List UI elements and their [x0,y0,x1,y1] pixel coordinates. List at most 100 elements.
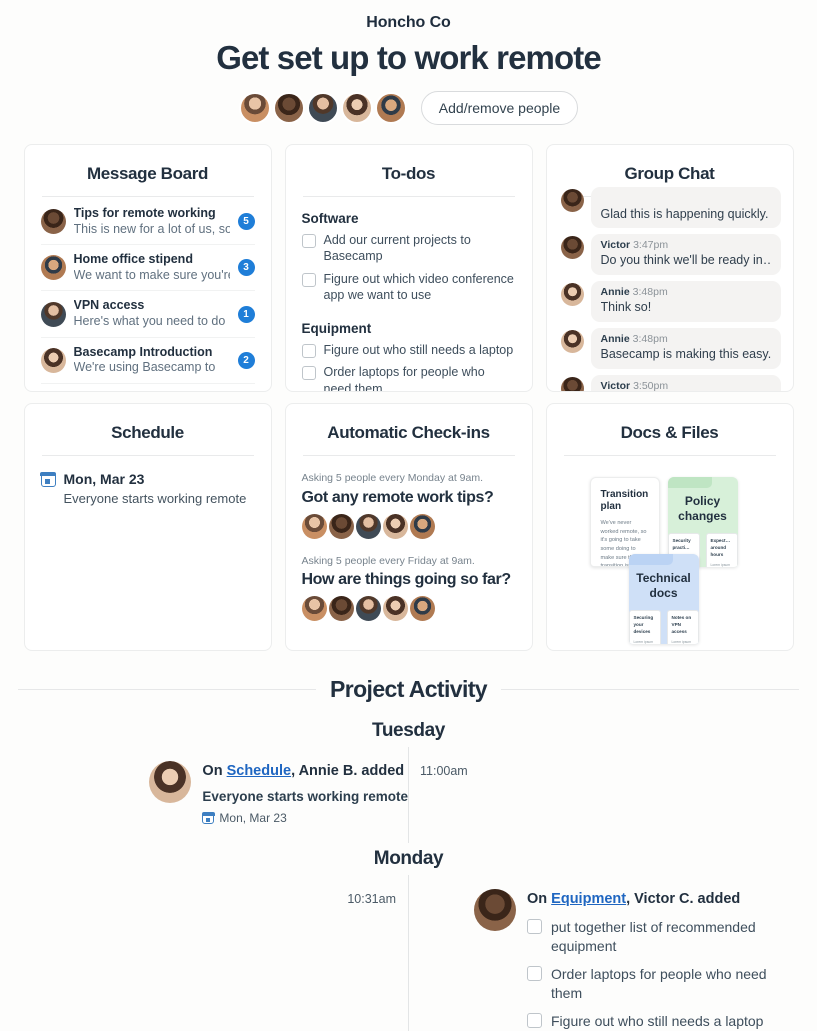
activity-entry[interactable]: On Schedule, Annie B. added Everyone sta… [0,760,817,826]
unread-badge: 2 [237,351,255,369]
chat-text: Do you think we'll be ready in… [600,253,771,268]
avatar [409,513,435,539]
calendar-icon [40,472,56,487]
card-todos[interactable]: To-dos Software Add our current projects… [284,143,533,392]
divider [41,195,254,197]
divider [501,688,799,690]
message-title: Basecamp Introduction [73,344,213,359]
todo-label: put together list of recommended equipme… [551,919,756,955]
org-name: Honcho Co [366,14,451,31]
list-item[interactable]: We're going remote With everything that'… [41,384,255,391]
mini-doc[interactable]: Expect… around hours Lorem ipsum dolor s… [705,532,738,567]
message-list: Tips for remote working This is new for … [40,199,255,391]
avatar [382,513,408,539]
activity-prefix: On [527,891,552,908]
card-title-todos: To-dos [381,163,436,183]
avatar[interactable] [340,91,373,124]
avatar[interactable] [272,91,305,124]
timeline-day-label: Monday [0,843,817,876]
chat-message[interactable]: Victor3:50pm Great! Let's plan on Monday… [560,374,781,392]
mini-doc[interactable]: Securing your devices Lorem ipsum [628,609,661,644]
schedule-event-date: Mon, Mar 23 [63,470,145,487]
mini-doc-body: Lorem ipsum [633,639,654,644]
activity-title: Project Activity [330,675,488,702]
checkbox-icon[interactable] [301,343,316,358]
message-title: VPN access [73,298,145,313]
chat-message[interactable]: Annie 3:48pm Think so! [560,280,781,322]
todo-item[interactable]: Figure out who still needs a laptop [301,339,516,362]
todo-label: Add our current projects to Basecamp [323,232,471,264]
schedule-event[interactable]: Mon, Mar 23 Everyone starts working remo… [40,470,255,507]
card-schedule[interactable]: Schedule Mon, Mar 23 Everyone starts wor… [23,402,272,651]
mini-doc[interactable]: Notes on VPN access Lorem ipsum [666,609,699,644]
todo-label: Figure out which video conference app we… [323,271,514,303]
checkbox-icon[interactable] [527,965,542,981]
todo-label: Figure out who still needs a laptop [323,342,514,357]
todo-group-heading: Software [301,210,359,226]
checkin-participants [301,513,516,539]
mini-doc-title: Notes on VPN access [671,614,692,634]
checkbox-icon[interactable] [527,919,542,935]
chat-message[interactable]: Glad this is happening quickly. [560,186,781,228]
card-docs-files[interactable]: Docs & Files Transition plan We've never… [545,402,794,651]
chat-time: 3:48pm [632,332,668,345]
chat-text: Think so! [600,300,652,315]
todo-label: Figure out who still needs a laptop [551,1012,764,1029]
avatar [301,596,327,622]
chat-author: Victor [600,379,631,392]
checkbox-icon[interactable] [301,272,316,287]
todo-group-heading: Equipment [301,320,372,336]
checkin-question: How are things going so far? [301,571,512,589]
avatar [560,235,584,259]
avatar[interactable] [306,91,339,124]
avatar [40,347,66,373]
avatar [560,188,584,212]
todo-item[interactable]: Order laptops for people who need them [301,361,516,391]
divider [18,688,316,690]
mini-doc-title: Expect… around hours [710,537,731,557]
card-automatic-checkins[interactable]: Automatic Check-ins Asking 5 people ever… [284,402,533,651]
message-title: Tips for remote working [73,205,216,220]
list-item[interactable]: Home office stipend We want to make sure… [40,245,255,292]
card-group-chat[interactable]: Group Chat Glad this is happening quickl… [545,143,794,392]
checkbox-icon[interactable] [527,1012,542,1028]
doc-technical-docs[interactable]: Technical docs Securing your devices Lor… [628,553,699,644]
chat-text: Glad this is happening quickly. [600,206,769,221]
todo-item[interactable]: Add our current projects to Basecamp [301,229,516,268]
avatar[interactable] [374,91,407,124]
list-item[interactable]: VPN access Here's what you need to do 1 [40,291,255,338]
avatar[interactable] [238,91,271,124]
activity-link-schedule[interactable]: Schedule [227,763,291,779]
checkbox-icon[interactable] [301,366,316,381]
chat-message[interactable]: Victor 3:47pm Do you think we'll be ready… [560,233,781,275]
chat-time: 3:47pm [633,238,669,251]
chat-message[interactable]: Annie 3:48pm Basecamp is making this easy… [560,327,781,369]
activity-entry[interactable]: 10:31am On Equipment, Victor C. added pu… [0,889,817,1030]
checkin-question: Got any remote work tips? [301,488,494,506]
activity-todo-item[interactable]: Order laptops for people who need them [527,965,781,1003]
activity-subject: Everyone starts working remote [202,788,408,804]
message-excerpt: This is new for a lot of us, so [73,221,230,236]
avatar [382,596,408,622]
chat-time: 3:50pm [633,379,669,392]
message-excerpt: We want to make sure you're [73,267,230,282]
activity-todo-item[interactable]: put together list of recommended equipme… [527,918,781,956]
list-item[interactable]: Tips for remote working This is new for … [40,199,255,246]
page-title: Get set up to work remote [216,39,601,76]
checkbox-icon[interactable] [301,233,316,248]
activity-link-equipment[interactable]: Equipment [551,891,626,907]
checkin-item[interactable]: Asking 5 people every Monday at 9am. Got… [301,472,516,539]
todo-item[interactable]: Figure out which video conference app we… [301,268,516,307]
activity-todo-item[interactable]: Figure out who still needs a laptop [527,1012,781,1031]
add-remove-people-button[interactable]: Add/remove people [420,90,579,125]
activity-timestamp: 10:31am [347,892,396,907]
mini-doc-row: Securing your devices Lorem ipsum Notes … [628,609,699,644]
chat-time: 3:48pm [632,285,668,298]
activity-suffix: , Victor C. added [626,891,741,908]
activity-date-text: Mon, Mar 23 [219,811,287,826]
message-excerpt: Here's what you need to do [73,314,226,329]
chat-author: Annie [600,285,630,298]
card-message-board[interactable]: Message Board Tips for remote working Th… [23,143,272,392]
checkin-item[interactable]: Asking 5 people every Friday at 9am. How… [301,555,516,622]
list-item[interactable]: Basecamp Introduction We're using Baseca… [40,338,255,384]
